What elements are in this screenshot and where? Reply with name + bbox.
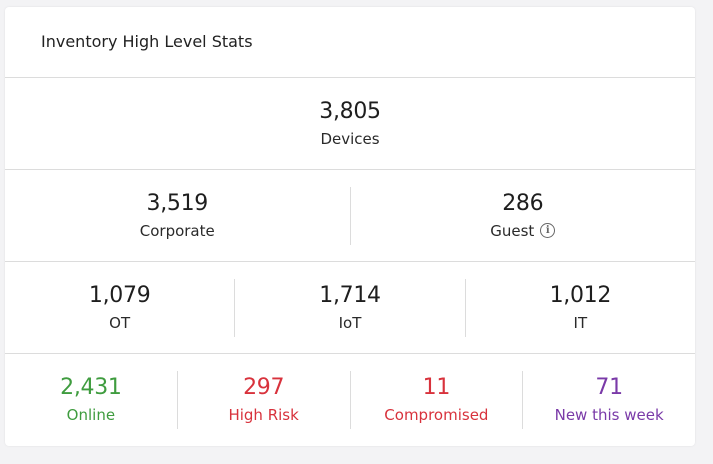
info-icon[interactable]: i <box>540 223 556 238</box>
compromised-stat[interactable]: 11 Compromised <box>349 371 523 429</box>
ot-value: 1,079 <box>88 282 151 308</box>
total-devices-label: Devices <box>320 129 380 148</box>
segments-row: 3,519 Corporate 286 Guest i <box>5 170 695 262</box>
high-risk-value: 297 <box>243 375 285 400</box>
ot-label: OT <box>109 313 131 332</box>
card-title: Inventory High Level Stats <box>41 31 253 51</box>
guest-label: Guest <box>490 221 535 240</box>
ot-stat[interactable]: 1,079 OT <box>5 279 234 337</box>
new-this-week-label: New this week <box>554 406 664 424</box>
online-value: 2,431 <box>60 375 122 400</box>
guest-stat[interactable]: 286 Guest i <box>349 186 696 245</box>
online-label: Online <box>66 406 116 424</box>
total-devices-stat[interactable]: 3,805 Devices <box>5 95 695 153</box>
guest-value: 286 <box>502 190 544 216</box>
corporate-label: Corporate <box>139 221 215 240</box>
guest-label-wrap: Guest i <box>490 220 556 242</box>
iot-stat[interactable]: 1,714 IoT <box>234 278 464 337</box>
total-devices-row: 3,805 Devices <box>5 78 695 170</box>
card-header: Inventory High Level Stats <box>5 7 695 78</box>
corporate-value: 3,519 <box>146 190 209 216</box>
it-stat[interactable]: 1,012 IT <box>464 278 695 337</box>
corporate-stat[interactable]: 3,519 Corporate <box>5 187 350 245</box>
new-this-week-stat[interactable]: 71 New this week <box>522 371 695 429</box>
categories-row: 1,079 OT 1,714 IoT 1,012 IT <box>5 262 695 354</box>
new-this-week-value: 71 <box>595 375 623 400</box>
it-value: 1,012 <box>549 282 612 308</box>
total-devices-value: 3,805 <box>319 98 381 124</box>
high-risk-stat[interactable]: 297 High Risk <box>176 371 350 429</box>
it-label: IT <box>573 313 588 332</box>
iot-label: IoT <box>338 313 362 332</box>
iot-value: 1,714 <box>319 282 381 308</box>
inventory-stats-card: Inventory High Level Stats 3,805 Devices… <box>5 7 695 446</box>
online-stat[interactable]: 2,431 Online <box>5 371 177 429</box>
high-risk-label: High Risk <box>228 406 299 424</box>
status-row: 2,431 Online 297 High Risk 11 Compromise… <box>5 354 695 446</box>
compromised-label: Compromised <box>384 406 489 424</box>
compromised-value: 11 <box>422 375 451 400</box>
